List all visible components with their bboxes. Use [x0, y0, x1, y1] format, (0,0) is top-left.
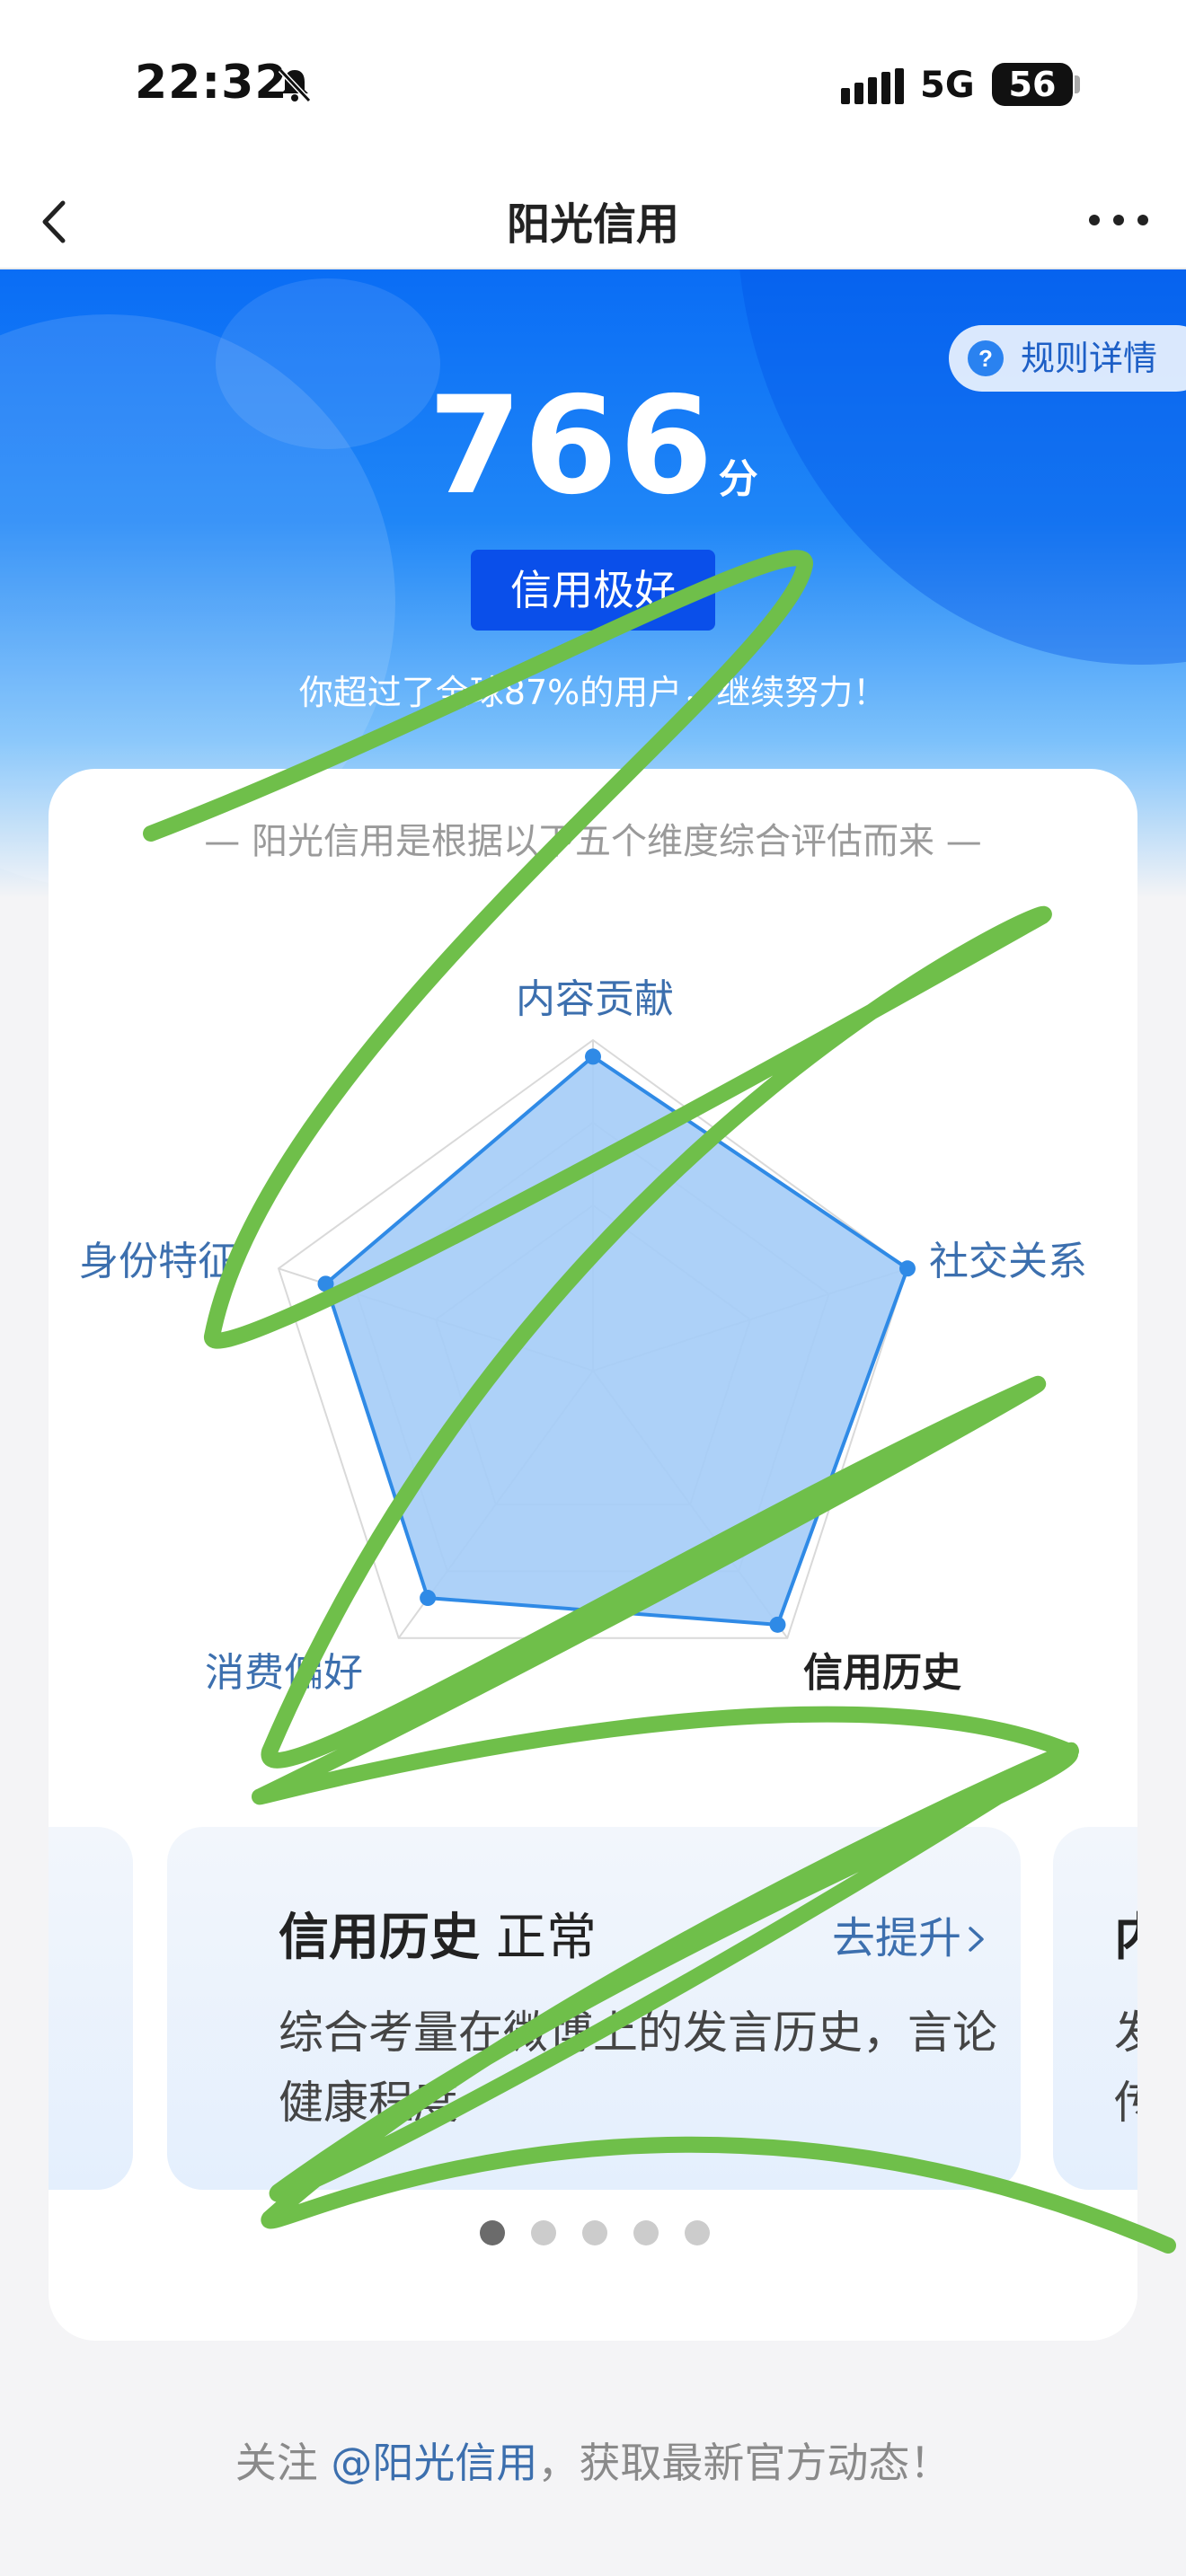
- next-dimension-description: 发 传: [1114, 1998, 1137, 2138]
- footer-suffix: ，获取最新官方动态！: [537, 2439, 951, 2487]
- footer-handle-link[interactable]: @阳光信用: [331, 2439, 537, 2487]
- network-type: 5G: [920, 65, 975, 106]
- credit-level-badge: 信用极好: [471, 550, 715, 631]
- score-display: 766分: [0, 368, 1186, 525]
- improve-link[interactable]: 去提升: [832, 1902, 988, 1965]
- improve-link-label: 去提升: [832, 1913, 962, 1963]
- dimension-name: 信用历史: [279, 1909, 480, 1967]
- dimensions-card: — 阳光信用是根据以下五个维度综合评估而来 — 内容贡献 社交关系 信用历史 消…: [49, 769, 1137, 2341]
- battery-tip: [1075, 75, 1080, 93]
- carousel-pagination: [480, 2220, 749, 2256]
- credit-score: 766: [428, 368, 715, 525]
- pagination-dot[interactable]: [582, 2220, 607, 2245]
- radar-label-consumption[interactable]: 消费偏好: [205, 1640, 363, 1698]
- footer-follow-text: 关注 @阳光信用，获取最新官方动态！: [0, 2430, 1186, 2490]
- more-dots-icon[interactable]: [1078, 198, 1159, 243]
- radar-point: [317, 1275, 334, 1292]
- radar-label-credit-history[interactable]: 信用历史: [803, 1640, 961, 1698]
- dimension-card-next[interactable]: 内 发 传: [1053, 1827, 1137, 2190]
- page-title: 阳光信用: [506, 199, 679, 250]
- status-time: 22:32: [135, 56, 288, 110]
- radar-point: [898, 1260, 916, 1277]
- radar-label-content[interactable]: 内容贡献: [516, 966, 674, 1024]
- dimension-title: 信用历史 正常: [279, 1897, 597, 1970]
- dimension-description: 综合考量在微博上的发言历史，言论健康程度: [279, 2007, 997, 2129]
- radar-label-social[interactable]: 社交关系: [929, 1229, 1087, 1286]
- footer-prefix: 关注: [235, 2439, 332, 2487]
- pagination-dot[interactable]: [633, 2220, 659, 2245]
- next-desc-line: 发: [1114, 2007, 1137, 2059]
- signal-bars-icon: [841, 68, 904, 104]
- pagination-dot[interactable]: [531, 2220, 556, 2245]
- next-dimension-title: 内: [1114, 1897, 1137, 1970]
- radar-point: [769, 1616, 786, 1633]
- radar-point: [420, 1590, 437, 1607]
- score-unit: 分: [718, 456, 758, 502]
- status-bar: 22:32 5G 56: [0, 0, 1186, 171]
- pagination-dot[interactable]: [480, 2220, 505, 2245]
- nav-bar: 阳光信用: [0, 171, 1186, 269]
- bell-slash-icon: [278, 67, 312, 103]
- radar-label-identity[interactable]: 身份特征: [79, 1229, 237, 1286]
- percentile-text: 你超过了全球87%的用户，继续努力！: [298, 673, 888, 712]
- next-desc-line: 传: [1114, 2077, 1137, 2129]
- pagination-dot[interactable]: [685, 2220, 710, 2245]
- battery-indicator: 56: [992, 63, 1073, 106]
- dimension-card-current[interactable]: 信用历史 正常 去提升 综合考量在微博上的发言历史，言论健康程度: [167, 1827, 1021, 2190]
- dimension-status: 正常: [496, 1909, 597, 1967]
- chevron-right-icon: [969, 1927, 984, 1952]
- dimension-card-prev[interactable]: [49, 1827, 133, 2190]
- radar-point: [585, 1048, 601, 1065]
